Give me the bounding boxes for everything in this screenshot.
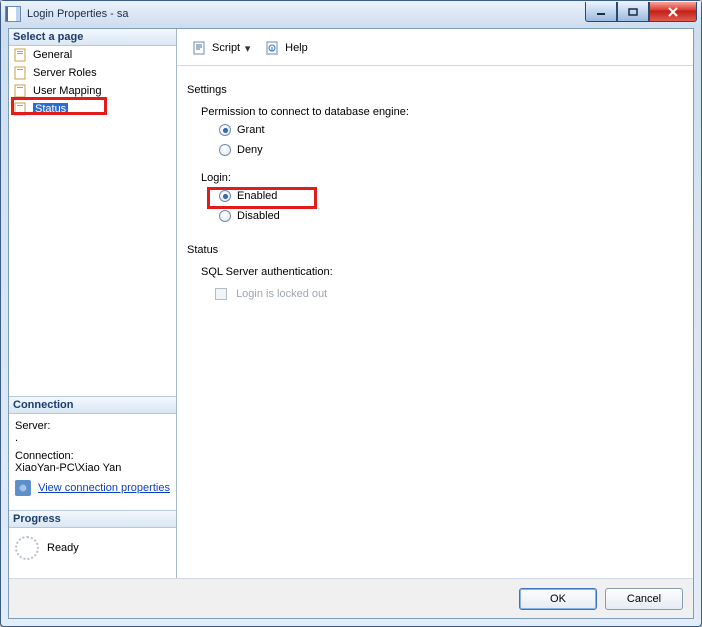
auth-label: SQL Server authentication: xyxy=(201,266,683,278)
maximize-button[interactable] xyxy=(617,2,649,22)
page-icon xyxy=(13,83,29,99)
cancel-button[interactable]: Cancel xyxy=(605,588,683,610)
ok-button[interactable]: OK xyxy=(519,588,597,610)
radio-label: Deny xyxy=(237,144,263,156)
page-icon xyxy=(13,101,29,117)
progress-status: Ready xyxy=(47,542,79,554)
app-icon xyxy=(5,6,21,22)
sidebar-item-general[interactable]: General xyxy=(9,46,176,64)
login-label: Login: xyxy=(201,172,683,184)
radio-icon xyxy=(219,190,231,202)
help-label: Help xyxy=(285,42,308,54)
connection-header: Connection xyxy=(9,397,176,414)
radio-icon xyxy=(219,124,231,136)
page-icon xyxy=(13,65,29,81)
server-value: . xyxy=(15,432,170,444)
progress-header: Progress xyxy=(9,511,176,528)
dialog-window: Login Properties - sa Select a page xyxy=(0,0,702,627)
radio-label: Enabled xyxy=(237,190,277,202)
dropdown-arrow-icon: ▾ xyxy=(244,42,251,55)
close-button[interactable] xyxy=(649,2,697,22)
connection-label: Connection: xyxy=(15,450,170,462)
sidebar: Select a page General Server Roles xyxy=(9,29,177,578)
permission-deny-option[interactable]: Deny xyxy=(215,142,683,158)
radio-label: Grant xyxy=(237,124,265,136)
sidebar-item-status[interactable]: Status xyxy=(9,100,176,118)
settings-heading: Settings xyxy=(187,84,683,96)
page-icon xyxy=(13,47,29,63)
status-heading: Status xyxy=(187,244,683,256)
sidebar-item-label: Status xyxy=(33,103,68,115)
progress-spinner-icon xyxy=(15,536,39,560)
sidebar-item-label: User Mapping xyxy=(33,85,101,97)
radio-icon xyxy=(219,210,231,222)
permission-label: Permission to connect to database engine… xyxy=(201,106,683,118)
main-panel: Script ▾ Help Settings Permission to con… xyxy=(177,29,693,578)
sidebar-item-label: General xyxy=(33,49,72,61)
permission-grant-option[interactable]: Grant xyxy=(215,122,683,138)
help-button[interactable]: Help xyxy=(260,37,313,59)
login-enabled-option[interactable]: Enabled xyxy=(215,188,683,204)
sidebar-item-user-mapping[interactable]: User Mapping xyxy=(9,82,176,100)
dialog-footer: OK Cancel xyxy=(9,578,693,618)
script-button[interactable]: Script ▾ xyxy=(187,37,256,59)
server-label: Server: xyxy=(15,420,170,432)
window-title: Login Properties - sa xyxy=(27,8,585,20)
locked-label: Login is locked out xyxy=(236,288,327,300)
sidebar-header: Select a page xyxy=(9,29,176,46)
radio-label: Disabled xyxy=(237,210,280,222)
properties-icon xyxy=(15,480,31,496)
sidebar-item-label: Server Roles xyxy=(33,67,97,79)
locked-checkbox xyxy=(215,288,227,300)
titlebar[interactable]: Login Properties - sa xyxy=(1,1,701,26)
radio-icon xyxy=(219,144,231,156)
view-connection-properties-link[interactable]: View connection properties xyxy=(38,482,170,494)
sidebar-item-server-roles[interactable]: Server Roles xyxy=(9,64,176,82)
login-disabled-option[interactable]: Disabled xyxy=(215,208,683,224)
minimize-button[interactable] xyxy=(585,2,617,22)
page-list: General Server Roles User Mapping xyxy=(9,46,176,118)
script-icon xyxy=(192,40,208,56)
help-icon xyxy=(265,40,281,56)
script-label: Script xyxy=(212,42,240,54)
connection-value: XiaoYan-PC\Xiao Yan xyxy=(15,462,170,474)
